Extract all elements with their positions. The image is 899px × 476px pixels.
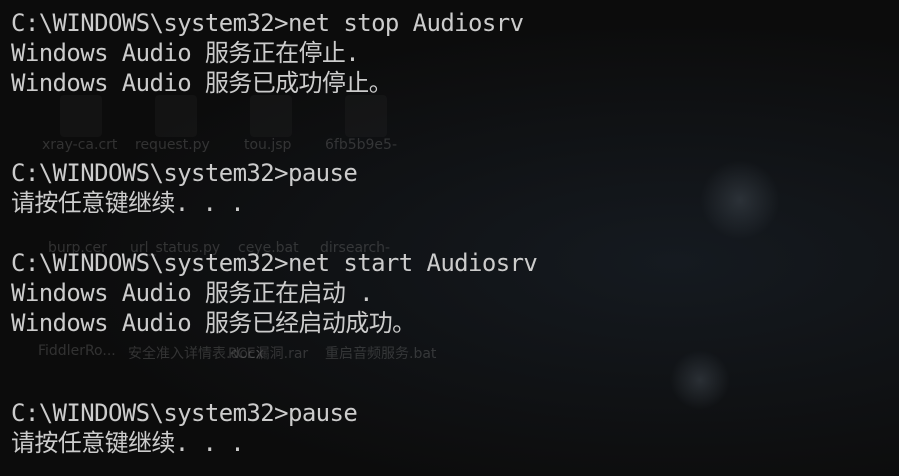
desktop-icon-label: FiddlerRo... bbox=[38, 343, 116, 359]
background-glow bbox=[670, 350, 730, 410]
terminal-line: Windows Audio 服务正在停止. bbox=[11, 39, 360, 67]
desktop-icon-label: xray-ca.crt bbox=[42, 137, 118, 153]
desktop-icon-label: 6fb5b9e5- bbox=[325, 137, 397, 153]
desktop-icon-label: tou.jsp bbox=[244, 137, 292, 153]
terminal-line: C:\WINDOWS\system32>pause bbox=[11, 399, 358, 427]
desktop-file-icon bbox=[250, 95, 292, 137]
desktop-icon-label: request.py bbox=[135, 137, 210, 153]
desktop-icon-label: 重启音频服务.bat bbox=[325, 346, 437, 362]
background-glow bbox=[700, 160, 780, 240]
terminal-line: C:\WINDOWS\system32>net stop Audiosrv bbox=[11, 9, 524, 37]
terminal-line: Windows Audio 服务已经启动成功。 bbox=[11, 309, 416, 337]
terminal-line: C:\WINDOWS\system32>net start Audiosrv bbox=[11, 249, 538, 277]
terminal-line: 请按任意键继续. . . bbox=[11, 429, 245, 457]
terminal-line: C:\WINDOWS\system32>pause bbox=[11, 159, 358, 187]
command-prompt-window[interactable]: xray-ca.crt request.py tou.jsp 6fb5b9e5-… bbox=[0, 0, 899, 476]
desktop-icon-label: RCE漏洞.rar bbox=[228, 346, 309, 362]
desktop-file-icon bbox=[60, 95, 102, 137]
desktop-file-icon bbox=[345, 95, 387, 137]
terminal-line: Windows Audio 服务正在启动 . bbox=[11, 279, 374, 307]
desktop-file-icon bbox=[155, 95, 197, 137]
terminal-line: 请按任意键继续. . . bbox=[11, 189, 245, 217]
terminal-line: Windows Audio 服务已成功停止。 bbox=[11, 69, 393, 97]
